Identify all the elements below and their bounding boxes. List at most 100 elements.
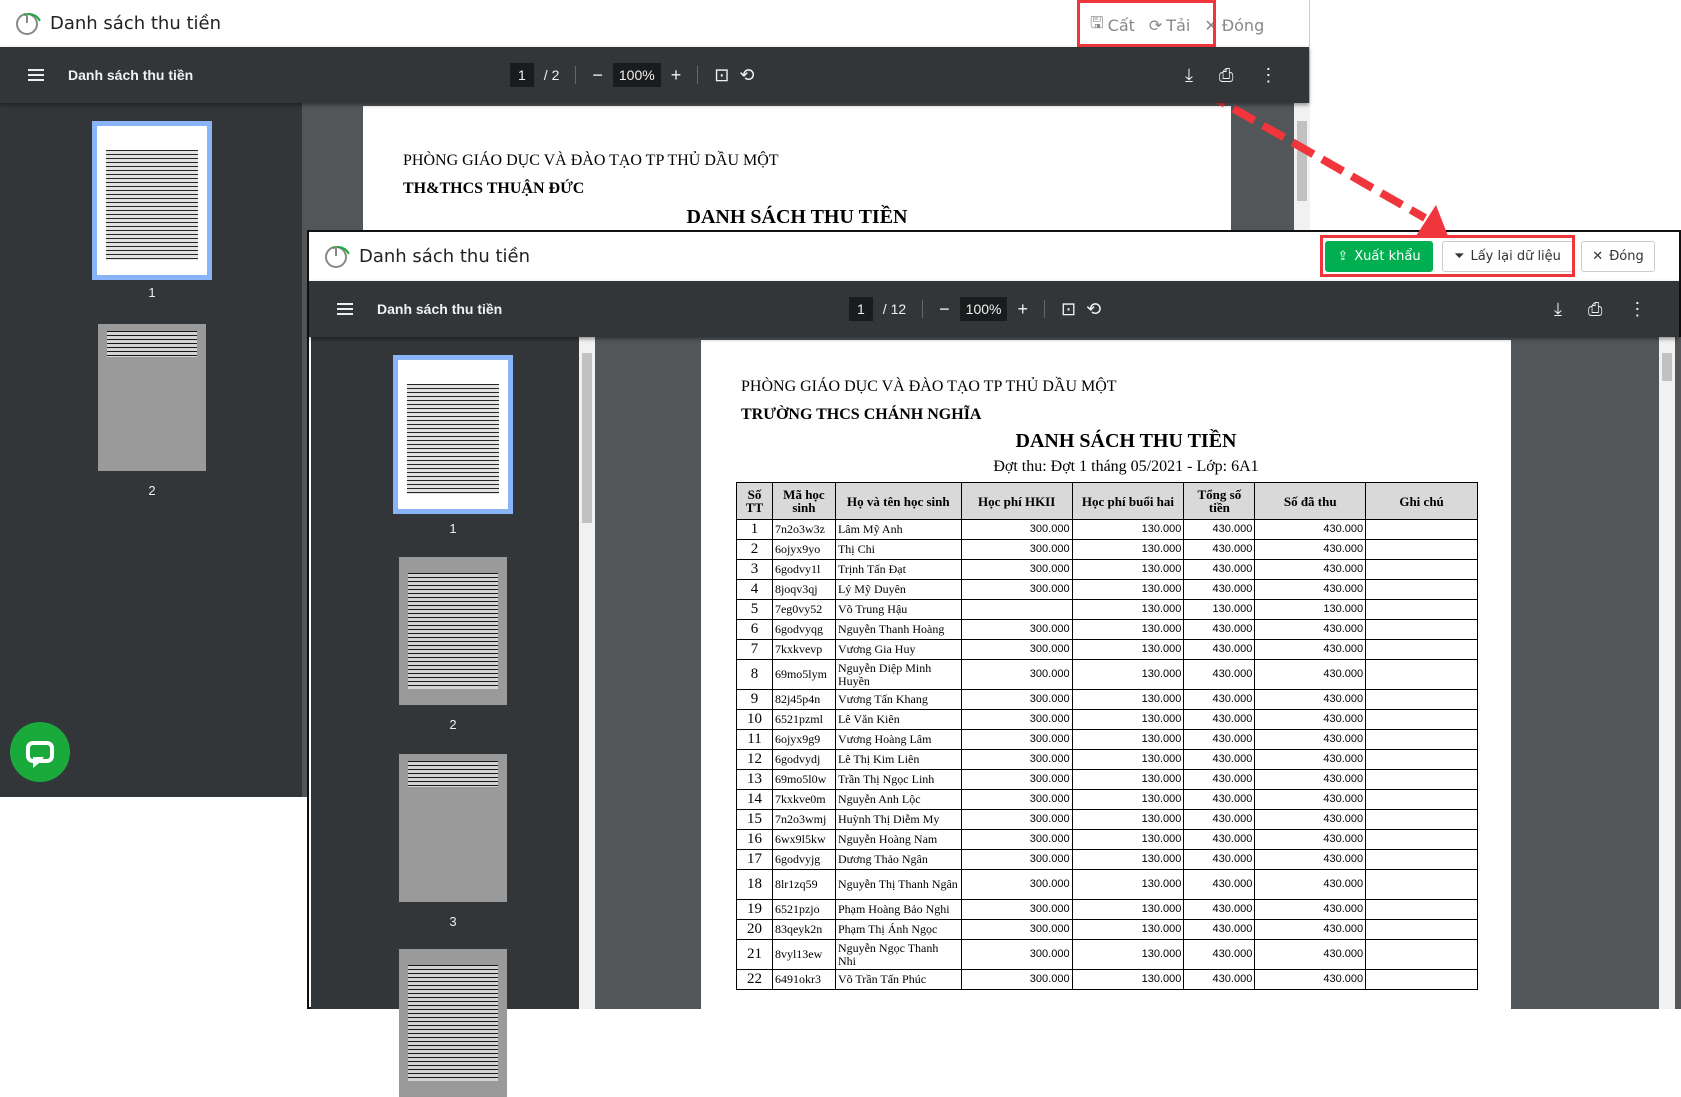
back-pdf-toolbar: Danh sách thu tiền 1 / 2 − 100% + ⊡ ⟲ ⤓ …	[0, 47, 1309, 103]
front-thumbnail-sidebar: 1 2 3	[311, 337, 595, 1097]
table-cell: Trần Thị Ngọc Linh	[834, 769, 962, 790]
table-cell: 300.000	[960, 939, 1073, 970]
table-cell: 130.000	[1071, 539, 1185, 560]
collection-period: Đợt thu: Đợt 1 tháng 05/2021 - Lớp: 6A1	[993, 458, 1259, 475]
menu-icon[interactable]	[337, 303, 353, 315]
table-cell: 7	[736, 639, 773, 660]
pdf-title: Danh sách thu tiền	[68, 67, 194, 83]
table-cell: 300.000	[960, 829, 1073, 850]
table-cell: 430.000	[1254, 639, 1367, 660]
front-pdf-toolbar: Danh sách thu tiền 1 / 12 − 100% + ⊡ ⟲ ⤓…	[309, 281, 1679, 337]
thumbnail-page-4[interactable]	[399, 949, 507, 1097]
zoom-in-icon[interactable]: +	[671, 65, 682, 86]
table-cell: 300.000	[960, 519, 1073, 540]
print-icon[interactable]: ⎙	[1219, 65, 1233, 86]
table-cell: 9	[736, 689, 773, 710]
table-cell: 6wx9l5kw	[771, 829, 836, 850]
print-icon[interactable]: ⎙	[1588, 299, 1602, 320]
table-cell: Vương Tấn Khang	[834, 689, 962, 710]
table-cell: Lâm Mỹ Anh	[834, 519, 962, 540]
close-icon: ✕	[1592, 249, 1604, 264]
thumbnail-page-2[interactable]	[399, 557, 507, 705]
table-cell: 430.000	[1183, 619, 1256, 640]
page-input[interactable]: 1	[849, 297, 873, 321]
table-cell: 130.000	[1071, 639, 1185, 660]
document-title: DANH SÁCH THU TIỀN	[686, 206, 908, 228]
zoom-out-icon[interactable]: −	[939, 299, 950, 320]
table-cell: 6521pzjo	[771, 899, 836, 920]
thumbnail-scrollbar[interactable]	[579, 337, 595, 1009]
table-cell	[1365, 789, 1478, 810]
table-cell: 430.000	[1183, 729, 1256, 750]
close-button[interactable]: ✕ Đóng	[1581, 241, 1655, 272]
table-cell: 300.000	[960, 659, 1073, 690]
table-cell: 430.000	[1254, 749, 1367, 770]
document-scrollbar[interactable]	[1659, 337, 1675, 1009]
table-cell: 300.000	[960, 689, 1073, 710]
download-icon[interactable]: ⤓	[1185, 65, 1193, 86]
table-cell: Võ Trần Tấn Phúc	[834, 969, 962, 990]
table-cell: 430.000	[1183, 809, 1256, 830]
table-cell: 8lr1zq59	[771, 869, 836, 900]
table-cell: 130.000	[1071, 749, 1185, 770]
rotate-icon[interactable]: ⟲	[1086, 299, 1101, 320]
thumbnail-page-1[interactable]	[92, 121, 212, 280]
page-input[interactable]: 1	[510, 63, 534, 87]
department-line: PHÒNG GIÁO DỤC VÀ ĐÀO TẠO TP THỦ DẦU MỘT	[741, 378, 1117, 395]
thumbnail-label: 2	[148, 483, 156, 498]
thumbnail-label: 2	[449, 717, 457, 732]
table-cell: 1	[736, 519, 773, 540]
table-row: 5 7eg0vy52 Võ Trung Hậu 130.000 130.000 130.0…	[736, 599, 1478, 620]
table-cell: 300.000	[960, 809, 1073, 830]
page-total: / 2	[543, 67, 560, 83]
back-thumbnail-sidebar: 1 2	[0, 103, 302, 797]
table-cell: Nguyễn Ngọc Thanh Nhi	[834, 939, 962, 970]
table-cell: 430.000	[1254, 919, 1367, 940]
report-icon	[16, 12, 38, 35]
thumbnail-page-2[interactable]	[98, 324, 206, 471]
fit-page-icon[interactable]: ⊡	[1061, 299, 1076, 320]
table-cell: 69mo5lym	[771, 659, 836, 690]
table-cell: 19	[736, 899, 773, 920]
table-cell	[1365, 969, 1478, 990]
download-icon[interactable]: ⤓	[1554, 299, 1562, 320]
table-cell: 10	[736, 709, 773, 730]
table-cell: Huỳnh Thị Diễm My	[834, 809, 962, 830]
table-cell: Phạm Hoàng Bảo Nghi	[834, 899, 962, 920]
fit-page-icon[interactable]: ⊡	[714, 65, 729, 86]
table-cell: 7eg0vy52	[771, 599, 836, 620]
menu-icon[interactable]	[28, 69, 44, 81]
thumbnail-label: 1	[449, 521, 457, 536]
table-cell: 130.000	[1254, 599, 1367, 620]
table-cell: Nguyễn Diệp Minh Huyền	[834, 659, 962, 690]
thumbnail-page-3[interactable]	[399, 754, 507, 902]
table-cell: 300.000	[960, 789, 1073, 810]
more-icon[interactable]: ⋮	[1259, 65, 1277, 86]
table-cell: 430.000	[1254, 769, 1367, 790]
zoom-in-icon[interactable]: +	[1017, 299, 1028, 320]
rotate-icon[interactable]: ⟲	[739, 65, 754, 86]
thumbnail-page-1[interactable]	[393, 355, 513, 514]
table-row: 20 83qeyk2n Phạm Thị Ánh Ngọc 300.000 130.00…	[736, 919, 1478, 940]
table-cell: 6ojyx9yo	[771, 539, 836, 560]
table-cell: 430.000	[1254, 809, 1367, 830]
table-cell	[1365, 769, 1478, 790]
zoom-input[interactable]: 100%	[612, 63, 661, 87]
table-cell: 7n2o3wmj	[771, 809, 836, 830]
table-cell: 130.000	[1183, 599, 1256, 620]
table-cell: 430.000	[1183, 689, 1256, 710]
table-cell: 430.000	[1254, 659, 1367, 690]
more-icon[interactable]: ⋮	[1628, 299, 1646, 320]
table-header: Số TT Mã học sinh Họ và tên học sinh Học ph…	[736, 482, 1478, 520]
table-row: 4 8joqv3qj Lý Mỹ Duyên 300.000 130.000 430.00…	[736, 579, 1478, 600]
table-cell: Dương Thảo Ngân	[834, 849, 962, 870]
table-cell: 430.000	[1183, 789, 1256, 810]
document-title: DANH SÁCH THU TIỀN	[1015, 430, 1237, 452]
zoom-out-icon[interactable]: −	[592, 65, 603, 86]
zoom-input[interactable]: 100%	[959, 297, 1008, 321]
table-cell: 13	[736, 769, 773, 790]
table-cell: Vương Hoàng Lâm	[834, 729, 962, 750]
table-cell: 8joqv3qj	[771, 579, 836, 600]
chat-button[interactable]	[10, 722, 70, 782]
table-cell: 430.000	[1254, 939, 1367, 970]
